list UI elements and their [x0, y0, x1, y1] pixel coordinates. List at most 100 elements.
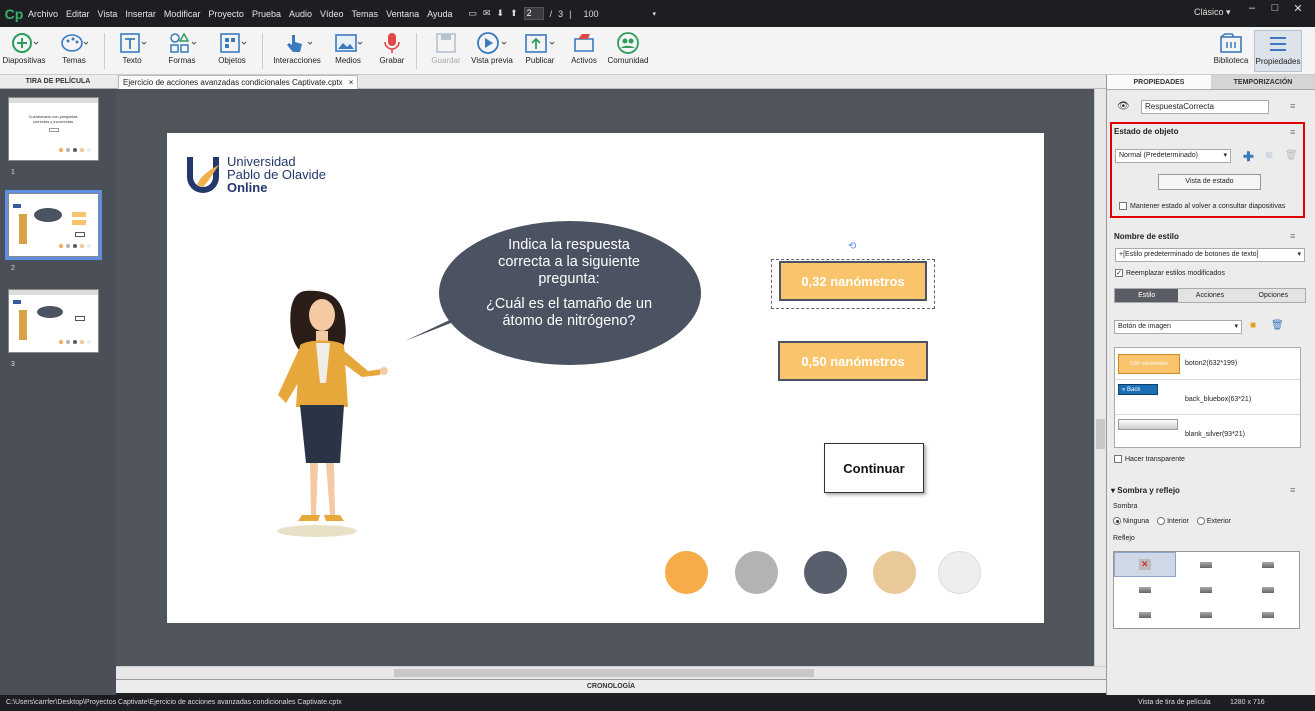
menu-ventana[interactable]: Ventana	[386, 9, 419, 19]
state-view-button[interactable]: Vista de estado	[1158, 174, 1261, 190]
character-illustration[interactable]	[272, 283, 392, 543]
shadow-outer-radio[interactable]: Exterior	[1196, 517, 1231, 525]
answer-button-2[interactable]: 0,50 nanómetros	[778, 341, 928, 381]
page-separator: /	[549, 8, 553, 19]
formas-button[interactable]: Formas	[158, 30, 206, 65]
image-item-2[interactable]: « Back back_bluebox(63*21)	[1115, 381, 1300, 415]
slide-thumb-2[interactable]	[5, 190, 102, 260]
menu-ayuda[interactable]: Ayuda	[427, 9, 452, 19]
answer-button-1[interactable]: 0,32 nanómetros	[779, 261, 927, 301]
subtab-opciones[interactable]: Opciones	[1241, 289, 1305, 302]
objetos-button[interactable]: Objetos	[208, 30, 256, 65]
menu-audio[interactable]: Audio	[289, 9, 312, 19]
menu-proyecto[interactable]: Proyecto	[208, 9, 244, 19]
guardar-button[interactable]: Guardar	[422, 30, 470, 65]
reflection-option-2[interactable]	[1175, 552, 1238, 578]
publicar-button[interactable]: Publicar	[516, 30, 564, 65]
vista-previa-button[interactable]: Vista previa	[468, 30, 516, 65]
page-input[interactable]: 2	[523, 7, 544, 20]
zoom-value[interactable]: 100	[584, 9, 599, 19]
panel-menu-icon[interactable]: ≡	[1290, 101, 1295, 111]
shadow-inner-radio[interactable]: Interior	[1157, 517, 1189, 525]
state-menu-icon[interactable]: ≡	[1290, 127, 1295, 137]
menu-archivo[interactable]: Archivo	[28, 9, 58, 19]
replace-styles-checkbox[interactable]: ✓ Reemplazar estilos modificados	[1115, 269, 1225, 277]
menu-modificar[interactable]: Modificar	[164, 9, 201, 19]
color-dot-2[interactable]	[735, 551, 778, 594]
tab-propiedades[interactable]: PROPIEDADES	[1107, 75, 1211, 89]
reflection-option-8[interactable]	[1175, 602, 1238, 628]
speech-bubble[interactable]: Indica la respuesta correcta a la siguie…	[469, 237, 669, 330]
timeline-panel[interactable]: CRONOLOGÍA	[116, 679, 1106, 693]
shadow-none-radio[interactable]: Ninguna	[1113, 517, 1149, 525]
state-select[interactable]: Normal (Predeterminado) ▾	[1115, 149, 1231, 163]
vertical-scroll-thumb[interactable]	[1096, 419, 1105, 449]
color-dot-4[interactable]	[873, 551, 916, 594]
maximize-icon[interactable]: □	[1265, 2, 1285, 16]
medios-button[interactable]: Medios	[324, 30, 372, 65]
arrow-down-icon[interactable]: ⬇	[497, 8, 505, 19]
arrow-up-icon[interactable]: ⬆	[510, 8, 518, 19]
shadow-menu-icon[interactable]: ≡	[1290, 485, 1295, 495]
subtab-acciones[interactable]: Acciones	[1178, 289, 1242, 302]
color-dot-1[interactable]	[665, 551, 708, 594]
visibility-eye-icon[interactable]: 👁	[1117, 101, 1130, 112]
interacciones-button[interactable]: Interacciones	[270, 30, 324, 65]
comunidad-button[interactable]: Comunidad	[604, 30, 652, 65]
button-type-select[interactable]: Botón de imagen ▾	[1114, 320, 1242, 334]
slide-thumb-1[interactable]: Cuestionario con preguntas correctas y i…	[8, 97, 99, 161]
folder-icon[interactable]: ■	[1250, 320, 1256, 331]
continue-button[interactable]: Continuar	[824, 443, 924, 493]
reflection-option-4[interactable]	[1114, 577, 1176, 603]
activos-button[interactable]: Activos	[560, 30, 608, 65]
vertical-scrollbar[interactable]	[1094, 89, 1106, 666]
rotate-handle-icon[interactable]: ⟲	[848, 241, 856, 252]
menu-insertar[interactable]: Insertar	[125, 9, 156, 19]
reflection-option-6[interactable]	[1237, 577, 1299, 603]
diapositivas-button[interactable]: Diapositivas	[0, 30, 48, 65]
subtab-estilo[interactable]: Estilo	[1115, 289, 1179, 302]
menu-video[interactable]: Vídeo	[320, 9, 344, 19]
grabar-button[interactable]: Grabar	[368, 30, 416, 65]
mail-icon[interactable]: ✉	[483, 8, 491, 19]
menu-prueba[interactable]: Prueba	[252, 9, 281, 19]
keep-state-check[interactable]	[1119, 202, 1127, 210]
menu-temas[interactable]: Temas	[352, 9, 379, 19]
texto-button[interactable]: Texto	[108, 30, 156, 65]
biblioteca-button[interactable]: Biblioteca	[1207, 30, 1255, 65]
reflection-option-3[interactable]	[1237, 552, 1299, 578]
image-item-3[interactable]: blank_silver(93*21)	[1115, 416, 1300, 447]
keep-state-checkbox[interactable]: Mantener estado al volver a consultar di…	[1119, 202, 1285, 210]
image-item-1[interactable]: 0,50 nanómetros boton2(632*199)	[1115, 348, 1300, 380]
color-dot-5[interactable]	[938, 551, 981, 594]
reflection-none-option[interactable]: ✕	[1114, 552, 1176, 578]
temas-button[interactable]: Temas	[50, 30, 98, 65]
transparent-checkbox[interactable]: Hacer transparente	[1114, 455, 1185, 463]
menu-vista[interactable]: Vista	[98, 9, 118, 19]
comment-icon[interactable]: ▭	[468, 8, 477, 19]
reflection-option-5[interactable]	[1175, 577, 1238, 603]
reset-state-icon[interactable]: ⊗	[1265, 150, 1273, 161]
minimize-icon[interactable]: –	[1242, 2, 1262, 16]
style-select[interactable]: +[Estilo predeterminado de botones de te…	[1115, 248, 1305, 262]
slide-thumb-3[interactable]	[8, 289, 99, 353]
close-tab-icon[interactable]: ×	[349, 76, 354, 89]
horizontal-scroll-thumb[interactable]	[394, 669, 814, 677]
reflection-option-9[interactable]	[1237, 602, 1299, 628]
color-dot-3[interactable]	[804, 551, 847, 594]
close-window-icon[interactable]: ✕	[1288, 2, 1308, 16]
menu-editar[interactable]: Editar	[66, 9, 90, 19]
delete-image-icon[interactable]: 🗑	[1271, 320, 1284, 331]
delete-state-icon[interactable]: 🗑	[1285, 150, 1298, 161]
style-menu-icon[interactable]: ≡	[1290, 231, 1295, 241]
workspace-selector[interactable]: Clásico ▾	[1194, 7, 1231, 18]
propiedades-button[interactable]: Propiedades	[1254, 30, 1302, 72]
add-state-icon[interactable]: ✚	[1243, 149, 1254, 165]
object-name-input[interactable]: RespuestaCorrecta	[1141, 100, 1269, 114]
horizontal-scrollbar[interactable]	[116, 666, 1106, 679]
document-tab[interactable]: Ejercicio de acciones avanzadas condicio…	[118, 75, 359, 89]
reflection-option-7[interactable]	[1114, 602, 1176, 628]
zoom-dropdown-icon[interactable]: ▾	[653, 10, 657, 18]
tab-temporizacion[interactable]: TEMPORIZACIÓN	[1211, 75, 1315, 89]
play-icon	[475, 30, 509, 56]
